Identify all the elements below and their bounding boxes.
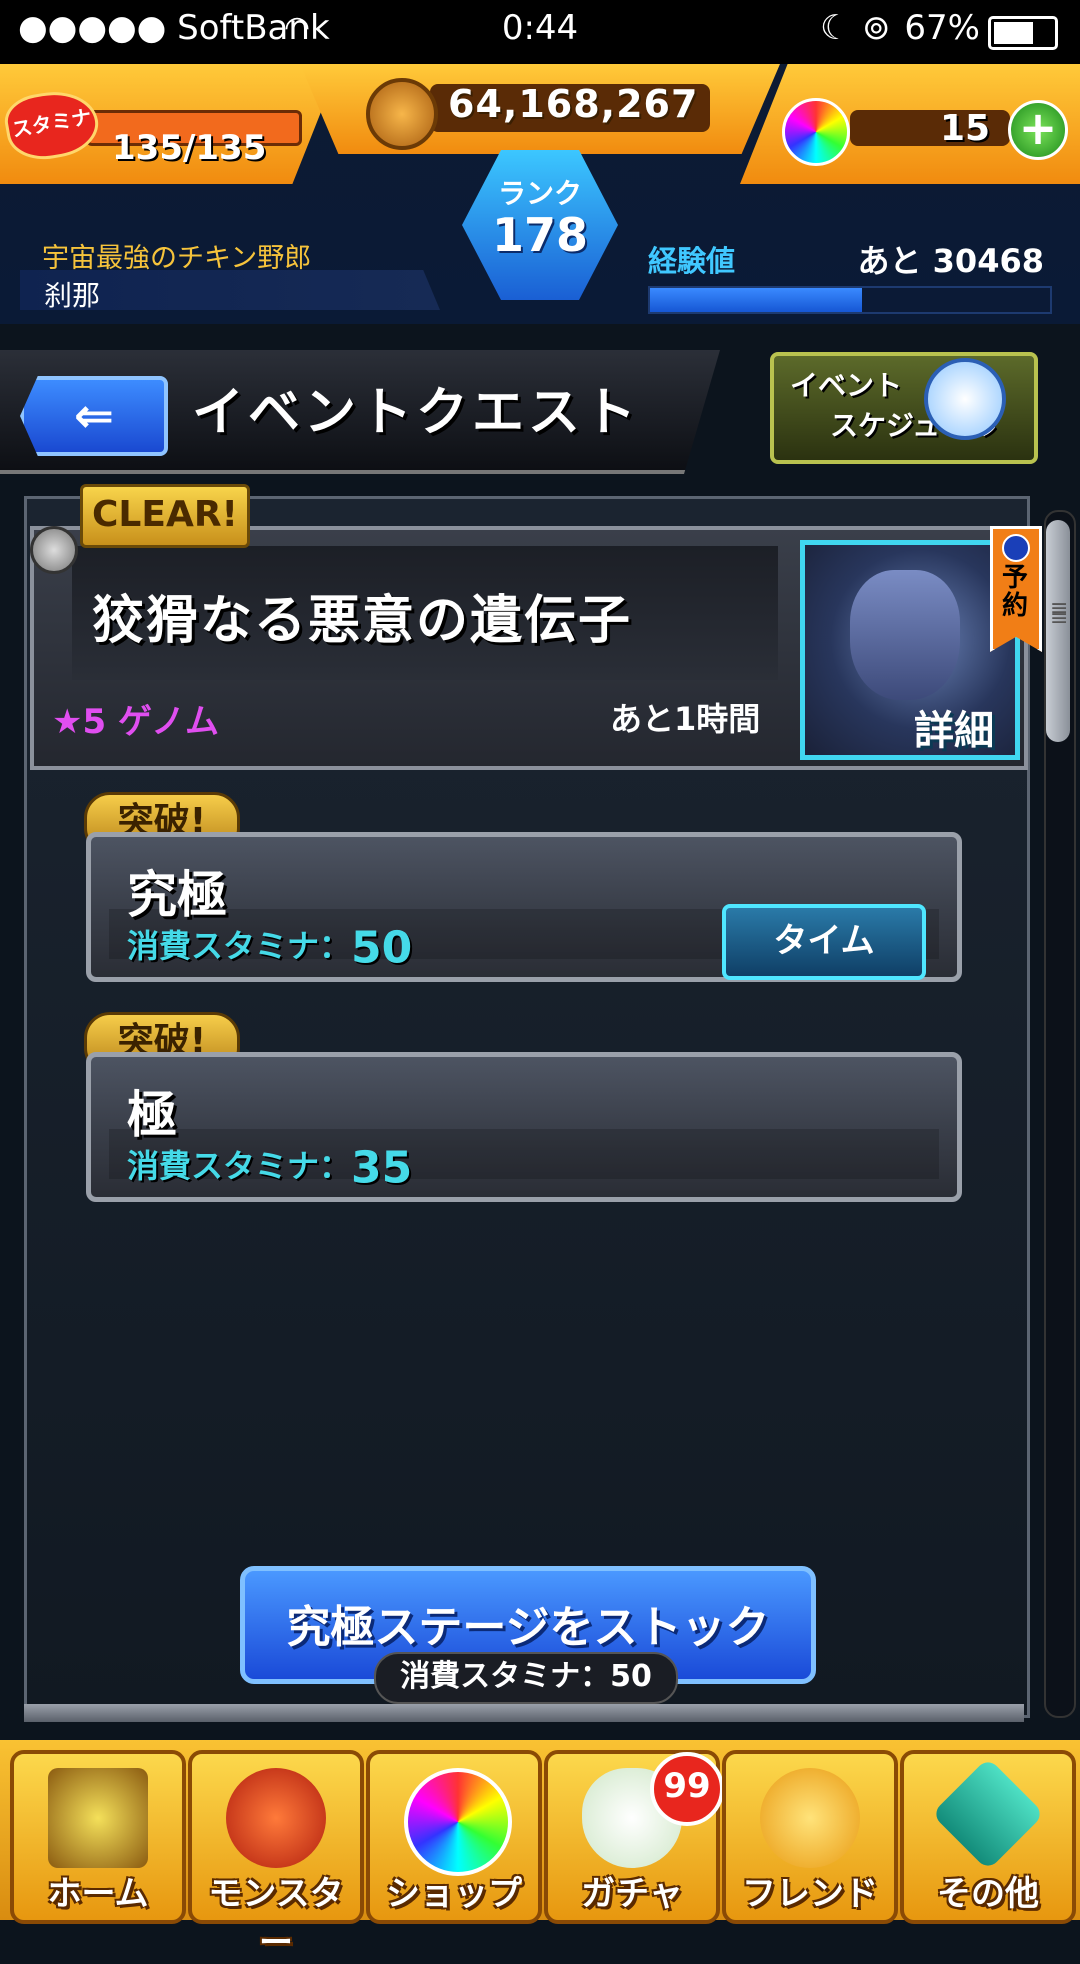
orb-icon: [782, 98, 850, 166]
event-title: 狡猾なる悪意の遺伝子: [92, 591, 633, 651]
battery-icon: [988, 16, 1058, 50]
tab-home[interactable]: ホーム: [10, 1750, 186, 1924]
orb-count: 15: [940, 108, 991, 149]
clock-icon: [924, 358, 1006, 440]
stock-button-label: 究極ステージをストック: [286, 1602, 770, 1653]
back-button[interactable]: ⇐: [20, 376, 168, 456]
tab-label: ガチャ: [581, 1874, 683, 1914]
tab-other[interactable]: その他: [900, 1750, 1076, 1924]
stage-name: 極: [127, 1086, 177, 1144]
tab-label: ショップ: [386, 1874, 522, 1914]
stage-cost: 消費スタミナ：50: [127, 922, 413, 974]
stamina-value: 135/135: [112, 128, 267, 168]
panel-bottom-rail: [24, 1704, 1024, 1722]
stage-name: 究極: [127, 866, 227, 924]
tab-friend[interactable]: フレンド: [722, 1750, 898, 1924]
tab-label: モンスター: [208, 1874, 344, 1963]
tab-shop[interactable]: ショップ: [366, 1750, 542, 1924]
orb-icon: [404, 1768, 512, 1876]
reserve-clock-icon: [1002, 534, 1030, 562]
moon-icon: ☾: [820, 8, 851, 48]
question-icon: [931, 1757, 1045, 1871]
tab-label: フレンド: [742, 1874, 878, 1914]
stock-stamina-cost: 消費スタミナ：50: [374, 1652, 678, 1704]
rotation-lock-icon: ⊚: [862, 8, 891, 48]
detail-button[interactable]: 詳細: [914, 698, 994, 756]
exp-label: 経験値: [648, 244, 736, 278]
monster-icon: [226, 1768, 326, 1868]
player-name-box: 刹那: [20, 270, 440, 310]
boss-portrait-icon: [850, 570, 960, 700]
event-time-remaining: あと1時間: [610, 700, 761, 738]
tab-label: その他: [937, 1874, 1039, 1914]
status-bar: ●●●●● SoftBank ◠ 0:44 ☾ ⊚ 67%: [0, 0, 1080, 64]
coin-icon: [366, 78, 438, 150]
grip-icon: ≡ ≡: [1050, 596, 1069, 631]
friends-icon: [760, 1768, 860, 1868]
exp-bar: [648, 286, 1052, 314]
rank-value: 178: [491, 208, 589, 262]
page-title: イベントクエスト: [192, 383, 641, 443]
exp-remaining: あと 30468: [857, 242, 1044, 280]
exp-bar-fill: [650, 288, 862, 312]
scrollbar-thumb[interactable]: [1046, 520, 1070, 742]
stage-cost: 消費スタミナ：35: [127, 1142, 413, 1194]
player-title: 宇宙最強のチキン野郎: [42, 243, 312, 274]
event-difficulty: ★5 ゲノム: [52, 702, 219, 742]
home-icon: [48, 1768, 148, 1868]
bolt-icon: [30, 526, 78, 574]
tab-monster[interactable]: モンスター: [188, 1750, 364, 1963]
tab-label: ホーム: [47, 1874, 149, 1914]
gacha-count-badge: 99: [650, 1752, 724, 1826]
rank-label: ランク: [497, 177, 582, 210]
player-name: 刹那: [44, 279, 101, 312]
battery-percent: 67%: [904, 8, 980, 48]
clear-badge: CLEAR!: [80, 484, 250, 548]
reserve-label: 予約: [1001, 563, 1028, 621]
back-arrow-icon: ⇐: [73, 388, 115, 444]
time-button[interactable]: タイム: [722, 904, 926, 980]
buy-orbs-button[interactable]: +: [1008, 100, 1068, 160]
stage-row-extreme[interactable]: 極 消費スタミナ：35: [86, 1052, 962, 1202]
coin-count: 64,168,267: [448, 82, 699, 126]
